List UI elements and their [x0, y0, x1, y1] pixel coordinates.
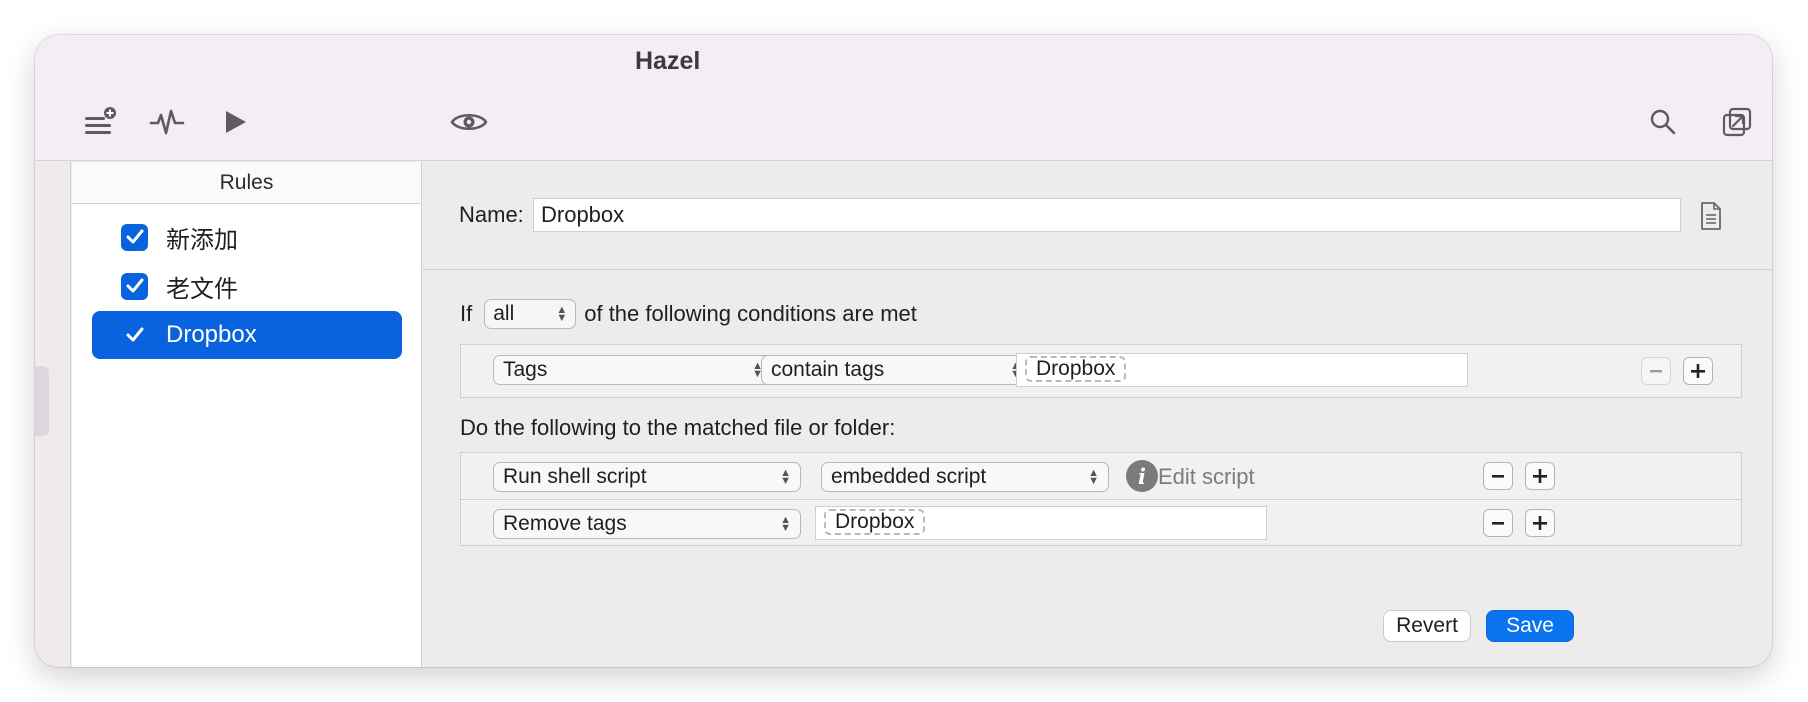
conditions-sentence: If all ▲ ▼ of the following conditions ar… [460, 299, 917, 329]
rule-item[interactable]: 新添加 [92, 213, 402, 261]
tag-token[interactable]: Dropbox [824, 509, 926, 535]
chevron-updown-icon: ▲▼ [780, 467, 791, 487]
play-icon[interactable] [213, 100, 257, 144]
rule-label: Dropbox [166, 321, 257, 348]
rules-panel: Rules 新添加 老文件 Dropbox [72, 162, 422, 667]
rule-editor: Name: Dropbox If all ▲ ▼ of the following… [423, 162, 1772, 667]
action-row: Run shell script ▲ ▼ embedded script ▲ ▼ i… [461, 453, 1741, 499]
rules-header: Rules [72, 162, 421, 204]
remove-condition-button[interactable] [1641, 357, 1671, 385]
condition-attribute-value: Tags [503, 358, 548, 381]
conditions-prefix: If [460, 301, 473, 326]
condition-attribute-select[interactable]: Tags ▲ ▼ [493, 355, 773, 385]
rule-checkbox[interactable] [121, 322, 148, 349]
action-type-select[interactable]: Remove tags ▲ ▼ [493, 509, 801, 539]
name-area: Name: Dropbox [423, 162, 1772, 270]
rule-checkbox[interactable] [121, 272, 148, 300]
add-action-button[interactable] [1525, 509, 1555, 537]
action-row: Remove tags ▲ ▼ Dropbox [461, 499, 1741, 547]
add-condition-button[interactable] [1683, 357, 1713, 385]
sidebar-resize-handle[interactable] [35, 366, 49, 436]
rule-label: 新添加 [166, 226, 238, 254]
conditions-suffix: of the following conditions are met [584, 301, 917, 326]
folders-sidebar-edge [35, 162, 71, 667]
rule-label: 老文件 [166, 275, 238, 303]
rule-item-selected[interactable]: Dropbox [92, 311, 402, 359]
action-type-value: Run shell script [503, 465, 647, 488]
hazel-window: Hazel Rules 新添加 老文件 Dropbox Name: Dropbo… [35, 35, 1772, 667]
tag-token[interactable]: Dropbox [1025, 356, 1127, 382]
add-rule-icon[interactable] [79, 100, 123, 144]
name-label: Name: [459, 202, 524, 227]
activity-icon[interactable] [145, 100, 189, 144]
add-action-button[interactable] [1525, 462, 1555, 490]
match-mode-value: all [493, 302, 515, 325]
remove-action-button[interactable] [1483, 462, 1513, 490]
chevron-updown-icon: ▲▼ [1088, 467, 1099, 487]
conditions-box: Tags ▲▼ contain tags ▲▼ Dropbox [460, 344, 1742, 398]
search-icon[interactable] [1641, 100, 1685, 144]
actions-box: Run shell script ▲ ▼ embedded script ▲ ▼ i… [460, 452, 1742, 546]
tags-field[interactable]: Dropbox [815, 506, 1267, 540]
info-icon[interactable]: i [1126, 460, 1158, 492]
revert-button[interactable]: Revert [1383, 610, 1471, 642]
tags-field[interactable]: Dropbox [1016, 353, 1468, 387]
action-type-value: Remove tags [503, 512, 627, 535]
script-source-select[interactable]: embedded script ▲ ▼ [821, 462, 1109, 492]
rule-checkbox[interactable] [121, 223, 148, 251]
chevron-updown-icon: ▲▼ [556, 304, 568, 324]
condition-operator-select[interactable]: contain tags ▲▼ [761, 355, 1031, 385]
toolbar: Hazel [35, 35, 1772, 161]
rule-item[interactable]: 老文件 [92, 262, 402, 310]
condition-operator-value: contain tags [771, 358, 885, 381]
save-button[interactable]: Save [1486, 610, 1574, 642]
script-source-value: embedded script [831, 465, 987, 488]
match-mode-select[interactable]: all ▲ ▼ [484, 299, 577, 329]
chevron-updown-icon: ▲▼ [780, 514, 791, 534]
actions-heading: Do the following to the matched file or … [460, 415, 896, 440]
preview-eye-icon[interactable] [447, 100, 491, 144]
action-type-select[interactable]: Run shell script ▲ ▼ [493, 462, 801, 492]
remove-action-button[interactable] [1483, 509, 1513, 537]
name-field[interactable]: Dropbox [533, 198, 1681, 232]
edit-script-link[interactable]: Edit script [1158, 464, 1255, 490]
open-window-icon[interactable] [1715, 100, 1759, 144]
condition-row: Tags ▲▼ contain tags ▲▼ Dropbox [461, 345, 1741, 397]
window-title: Hazel [635, 47, 701, 75]
document-icon[interactable] [1695, 198, 1727, 234]
